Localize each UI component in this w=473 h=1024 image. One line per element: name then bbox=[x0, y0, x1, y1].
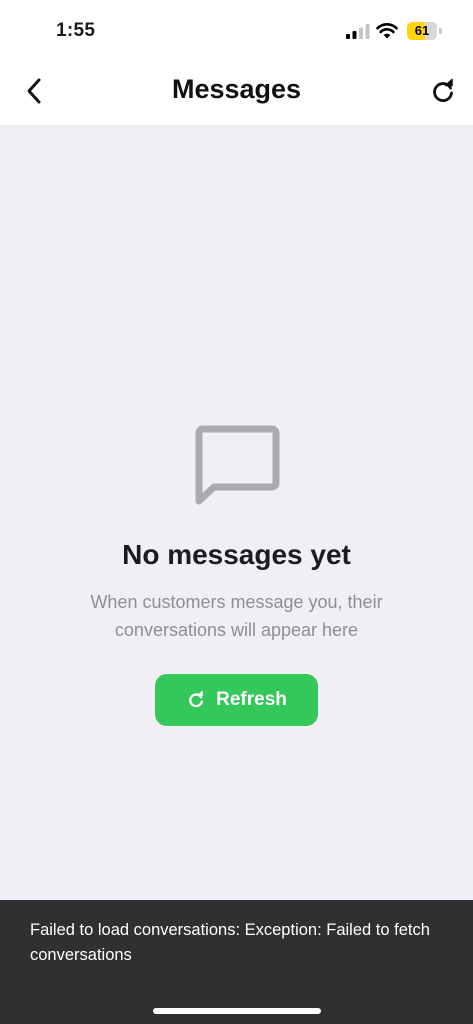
status-bar: 1:55 61 bbox=[0, 0, 473, 60]
empty-state-subtitle: When customers message you, their conver… bbox=[90, 592, 383, 640]
refresh-icon bbox=[189, 690, 204, 708]
home-indicator[interactable] bbox=[153, 1008, 321, 1014]
conversations-content: No messages yet When customers message y… bbox=[0, 125, 473, 900]
wifi-icon bbox=[376, 23, 398, 39]
refresh-icon bbox=[433, 78, 453, 102]
snackbar-message: Failed to load conversations: Exception:… bbox=[30, 921, 430, 964]
refresh-button-header[interactable] bbox=[428, 77, 458, 107]
battery-indicator: 61 bbox=[407, 22, 443, 40]
status-time: 1:55 bbox=[56, 20, 96, 41]
refresh-button[interactable]: Refresh bbox=[155, 674, 318, 726]
battery-icon: 61 bbox=[407, 22, 437, 40]
error-snackbar: Failed to load conversations: Exception:… bbox=[0, 900, 473, 1024]
cellular-signal-icon bbox=[346, 24, 370, 39]
page-title: Messages bbox=[171, 74, 302, 104]
battery-level: 61 bbox=[414, 23, 430, 38]
nav-bar: Messages bbox=[0, 60, 473, 125]
empty-state-title: No messages yet bbox=[122, 539, 351, 570]
refresh-button-label: Refresh bbox=[216, 689, 287, 710]
message-bubble-icon bbox=[195, 425, 280, 505]
